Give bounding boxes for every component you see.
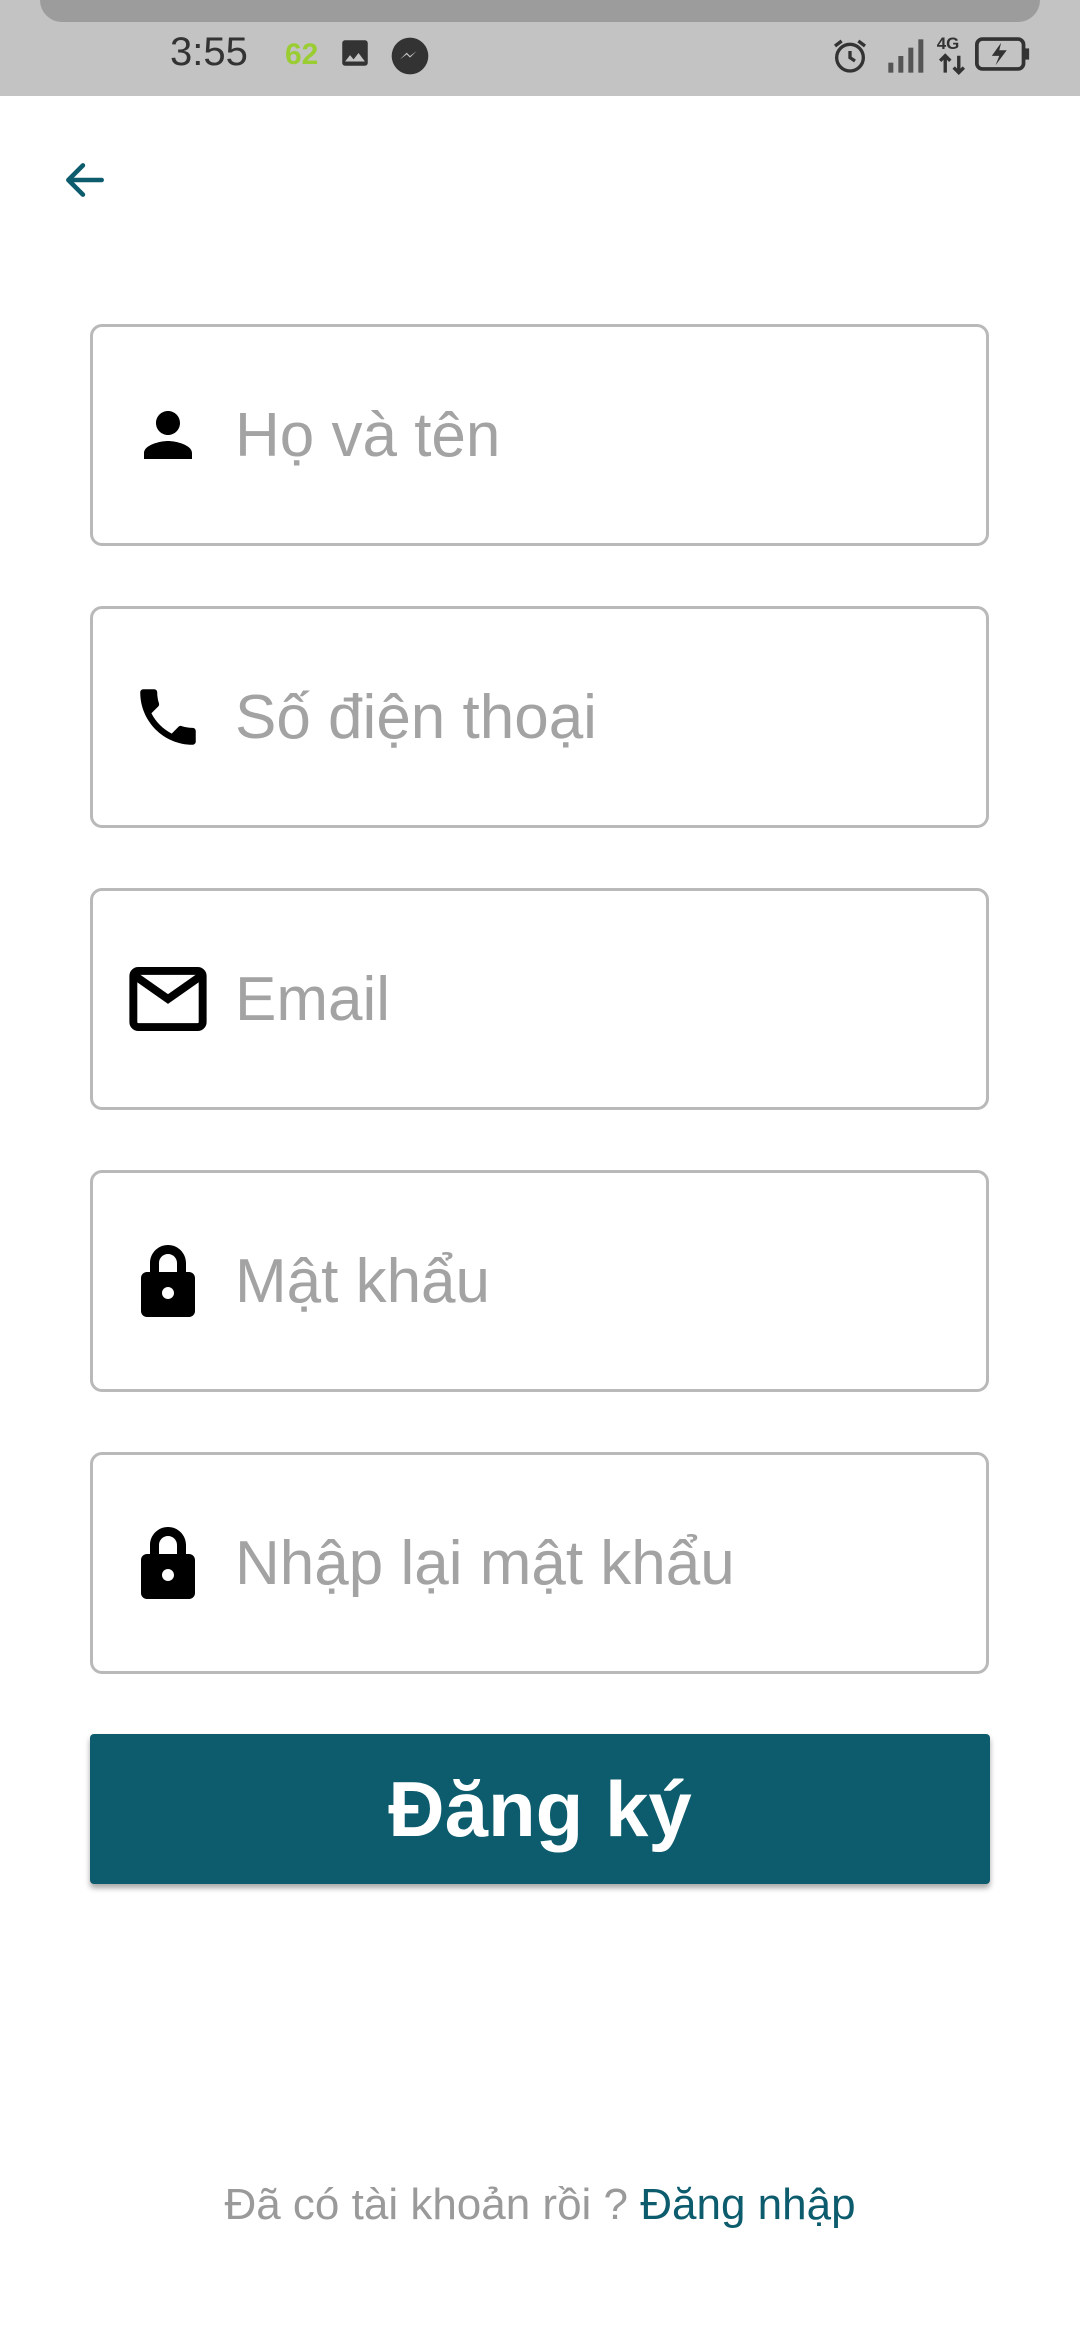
alarm-icon bbox=[830, 36, 870, 81]
register-button[interactable]: Đăng ký bbox=[90, 1734, 990, 1884]
lock-icon bbox=[128, 1523, 208, 1603]
arrow-left-icon bbox=[66, 163, 104, 197]
network-4g-icon: 4G bbox=[935, 32, 969, 81]
password-input[interactable] bbox=[235, 1245, 955, 1317]
confirm-password-field[interactable] bbox=[90, 1452, 989, 1674]
login-link[interactable]: Đăng nhập bbox=[640, 2180, 855, 2229]
phone-icon bbox=[128, 677, 208, 757]
status-time: 3:55 bbox=[170, 30, 248, 74]
phone-field[interactable] bbox=[90, 606, 989, 828]
password-field[interactable] bbox=[90, 1170, 989, 1392]
email-input[interactable] bbox=[235, 963, 955, 1035]
phone-input[interactable] bbox=[235, 681, 955, 753]
back-button[interactable] bbox=[50, 150, 120, 210]
fullname-field[interactable] bbox=[90, 324, 989, 546]
login-question: Đã có tài khoản rồi ? bbox=[224, 2180, 629, 2229]
battery-charging-icon bbox=[975, 36, 1031, 77]
fullname-input[interactable] bbox=[235, 399, 955, 471]
person-icon bbox=[128, 395, 208, 475]
login-prompt: Đã có tài khoản rồi ? Đăng nhập bbox=[0, 2180, 1080, 2230]
svg-text:4G: 4G bbox=[937, 34, 960, 53]
messenger-icon bbox=[390, 36, 430, 81]
email-field[interactable] bbox=[90, 888, 989, 1110]
confirm-password-input[interactable] bbox=[235, 1527, 955, 1599]
mail-icon bbox=[128, 959, 208, 1039]
signal-icon bbox=[885, 36, 925, 81]
image-icon bbox=[338, 36, 372, 75]
status-bar-notch bbox=[40, 0, 1040, 22]
status-badge: 62 bbox=[285, 38, 319, 71]
status-bar: 3:55 62 4G bbox=[0, 0, 1080, 96]
lock-icon bbox=[128, 1241, 208, 1321]
